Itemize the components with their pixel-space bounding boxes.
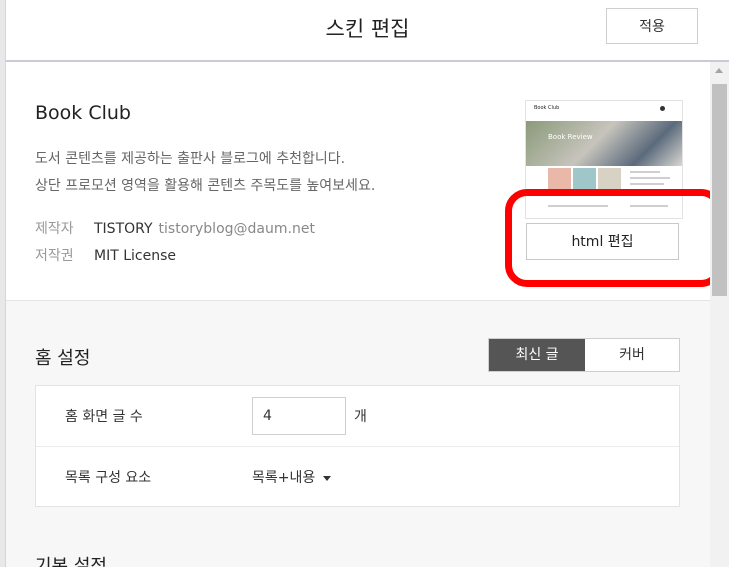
post-count-label: 홈 화면 글 수 <box>65 409 143 425</box>
preview-search-icon <box>660 106 665 111</box>
skin-name: Book Club <box>35 102 131 124</box>
vertical-scrollbar[interactable] <box>710 62 729 567</box>
license-row: 저작권 MIT License <box>35 245 176 265</box>
apply-button[interactable]: 적용 <box>606 8 698 44</box>
maker-name: TISTORY <box>94 221 153 237</box>
list-component-value: 목록+내용 <box>252 470 316 486</box>
list-component-label: 목록 구성 요소 <box>65 470 152 486</box>
post-count-row: 홈 화면 글 수 개 <box>36 386 679 447</box>
preview-top-bar <box>526 101 682 121</box>
maker-label: 제작자 <box>35 221 74 237</box>
preview-brand: Book Club <box>534 105 560 111</box>
post-count-unit: 개 <box>354 409 367 425</box>
home-settings-title: 홈 설정 <box>35 348 91 369</box>
basic-settings-title: 기본 설정 <box>35 556 107 567</box>
preview-hero-text: Book Review <box>548 133 593 141</box>
home-settings-box: 홈 화면 글 수 개 목록 구성 요소 목록+내용 <box>35 385 680 507</box>
preview-text-line <box>630 177 670 179</box>
maker-email: tistoryblog@daum.net <box>158 221 315 237</box>
highlight-annotation <box>505 189 710 287</box>
list-component-select[interactable]: 목록+내용 <box>252 467 332 487</box>
skin-description-line2: 상단 프로모션 영역을 활용해 콘텐츠 주목도를 높여보세요. <box>35 178 376 194</box>
scroll-up-arrow-icon[interactable] <box>715 68 723 73</box>
maker-row: 제작자 TISTORY tistoryblog@daum.net <box>35 218 315 238</box>
license-value: MIT License <box>94 248 176 264</box>
content-scroll-area: Book Club 도서 콘텐츠를 제공하는 출판사 블로그에 추천합니다. 상… <box>6 62 710 567</box>
home-view-toggle: 최신 글 커버 <box>488 338 680 372</box>
toggle-latest-posts[interactable]: 최신 글 <box>489 339 585 371</box>
license-label: 저작권 <box>35 248 74 264</box>
preview-text-line <box>630 171 660 173</box>
preview-text-line <box>630 183 664 185</box>
preview-hero-image <box>526 121 682 166</box>
post-count-input[interactable] <box>252 397 346 435</box>
skin-description-line1: 도서 콘텐츠를 제공하는 출판사 블로그에 추천합니다. <box>35 151 346 167</box>
toggle-cover[interactable]: 커버 <box>585 339 679 371</box>
list-component-row: 목록 구성 요소 목록+내용 <box>36 447 679 507</box>
scroll-thumb[interactable] <box>712 84 727 296</box>
header-bar: 스킨 편집 적용 <box>6 0 729 61</box>
skin-info-panel: Book Club 도서 콘텐츠를 제공하는 출판사 블로그에 추천합니다. 상… <box>6 62 710 301</box>
caret-down-icon <box>323 475 332 481</box>
